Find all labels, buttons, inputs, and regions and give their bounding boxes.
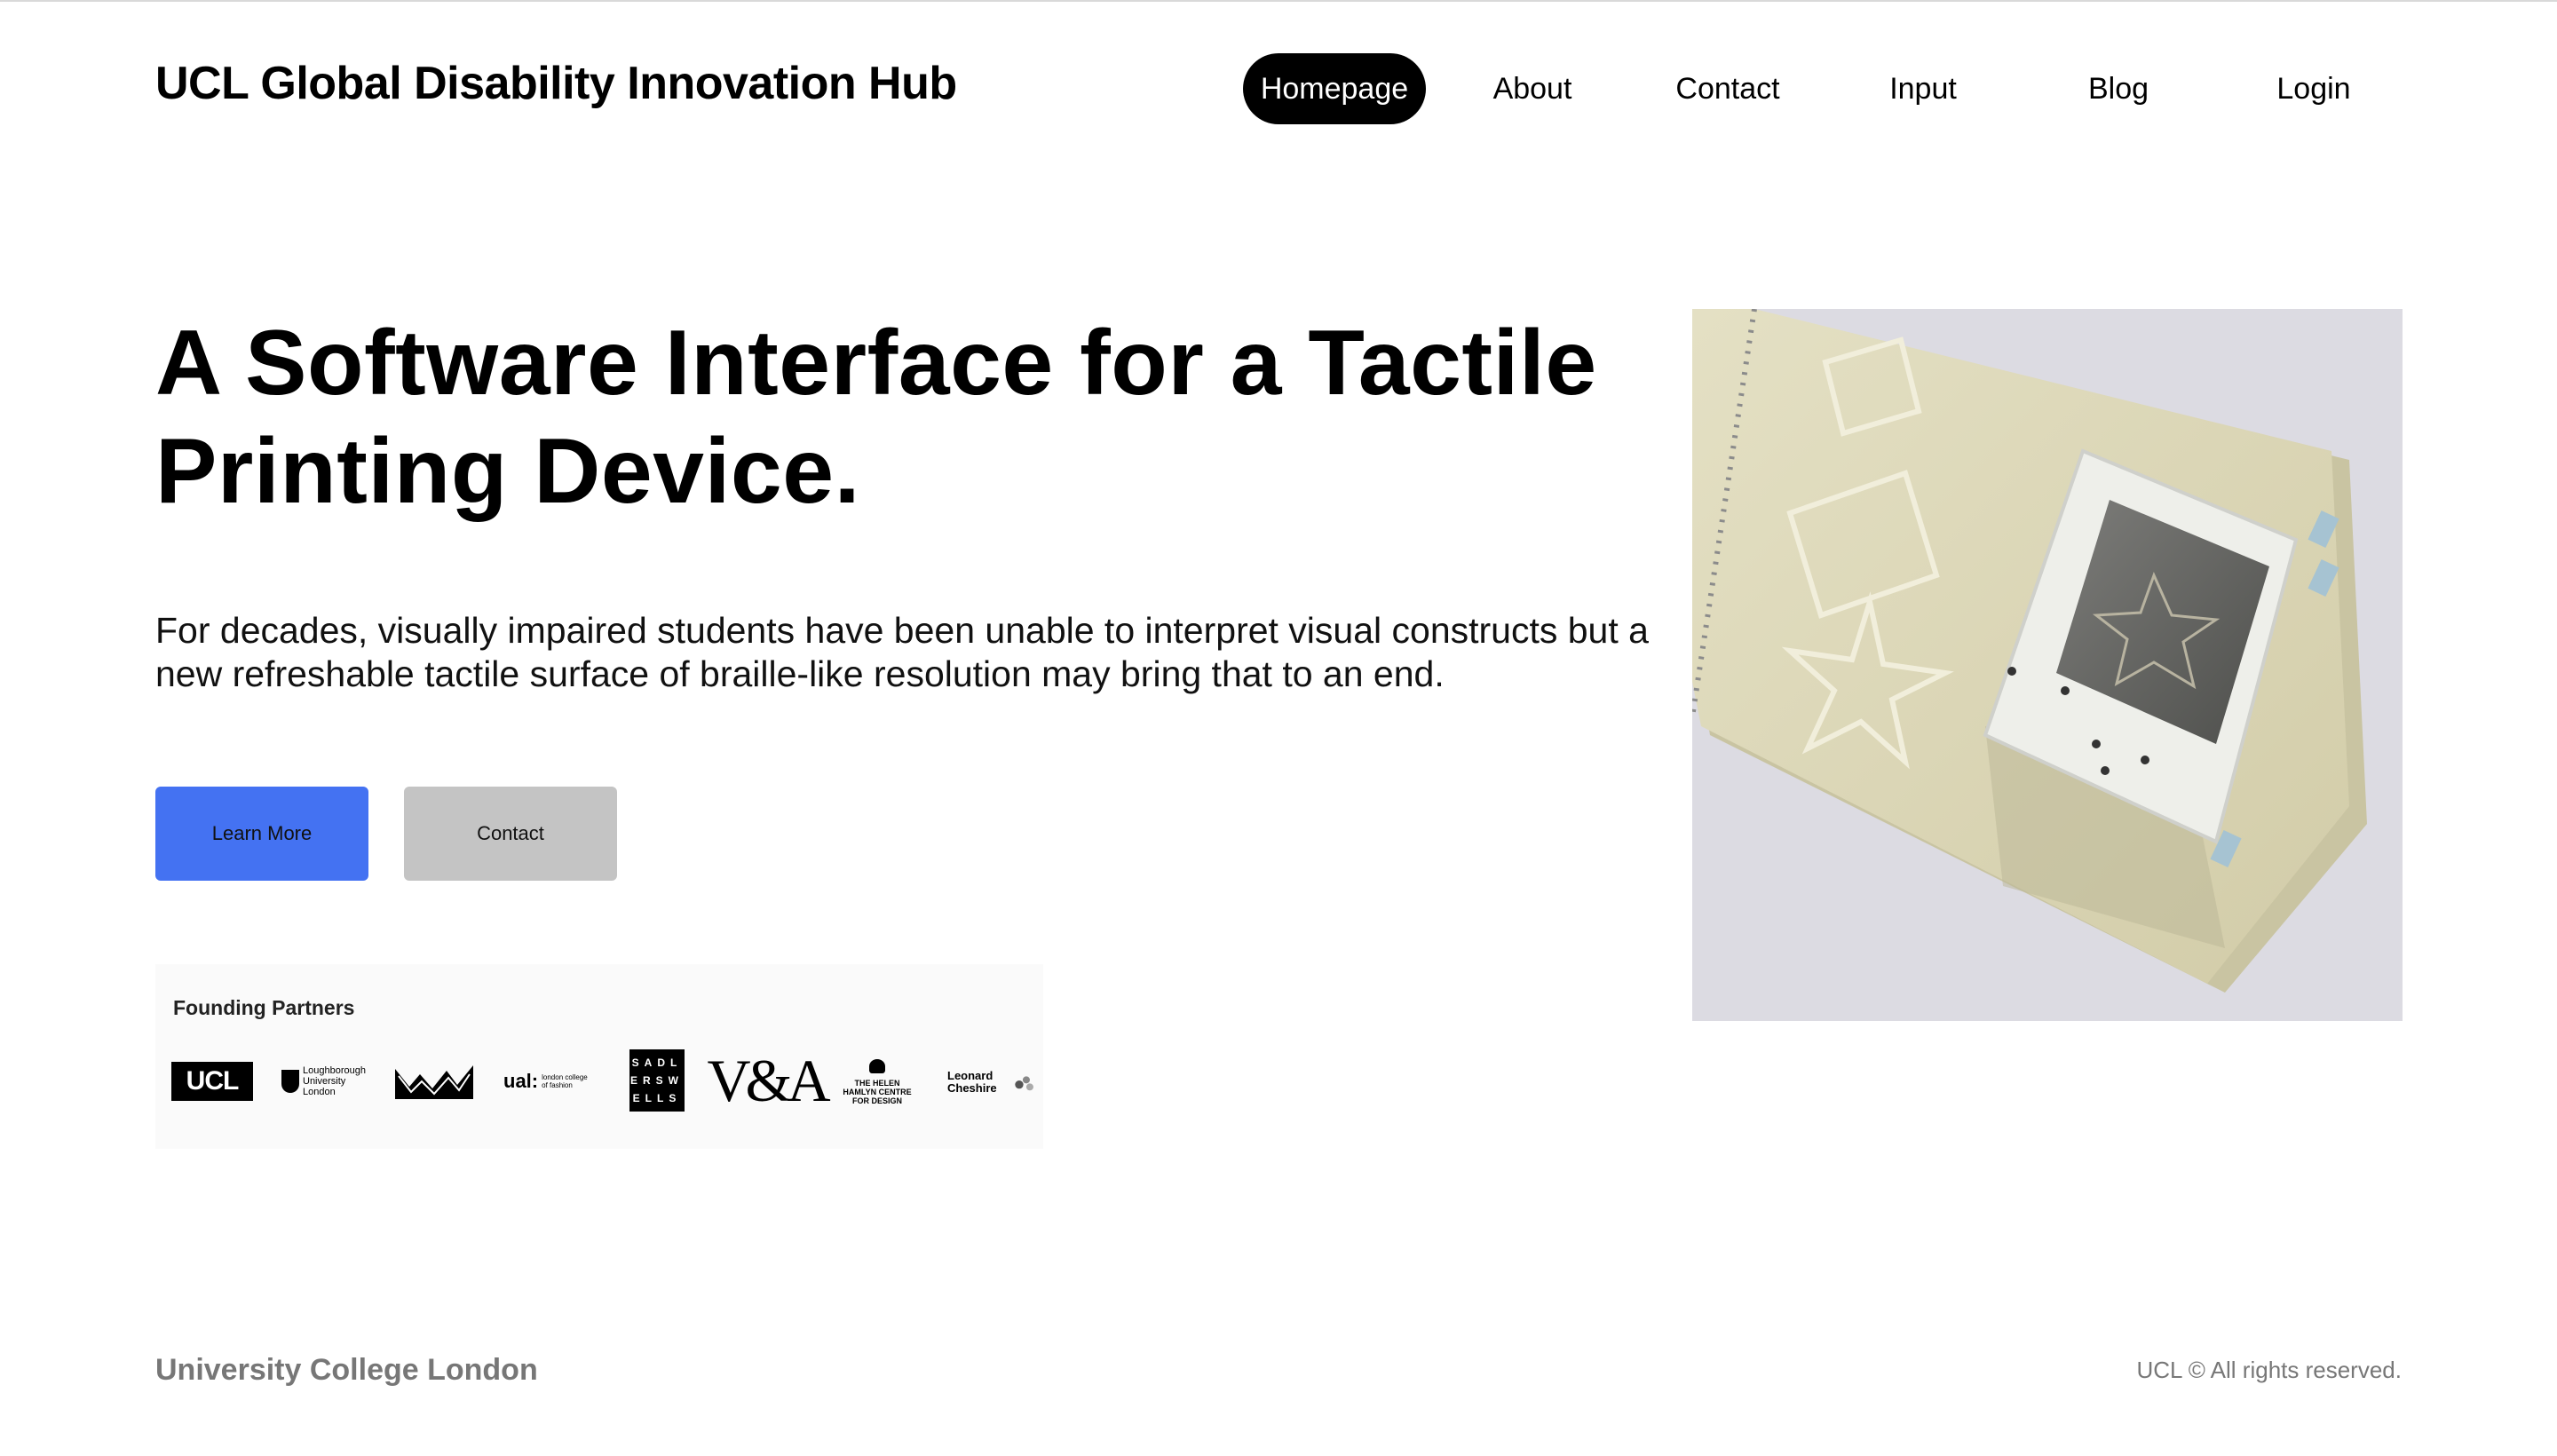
sadlers-wells-line-3: ELLS xyxy=(632,1092,682,1104)
tactile-device-photo xyxy=(1692,309,2403,1021)
nav-about[interactable]: About xyxy=(1444,53,1621,124)
nav-homepage[interactable]: Homepage xyxy=(1243,53,1426,124)
founding-partners-label: Founding Partners xyxy=(173,996,355,1019)
top-divider xyxy=(0,0,2557,2)
footer-copyright: UCL © All rights reserved. xyxy=(2136,1357,2402,1383)
ual-logo-subtext: london college of fashion xyxy=(542,1073,588,1089)
nav-input[interactable]: Input xyxy=(1834,53,2012,124)
va-logo-text: V&A xyxy=(707,1046,830,1114)
leonard-cheshire-logo-text: Leonard Cheshire xyxy=(947,1069,997,1095)
sadlers-wells-line-2: ERSW xyxy=(630,1074,684,1087)
loughborough-logo-text: Loughborough University London xyxy=(303,1065,366,1097)
nav-contact[interactable]: Contact xyxy=(1639,53,1817,124)
helen-hamlyn-logo-text: THE HELEN HAMLYN CENTRE FOR DESIGN xyxy=(843,1079,912,1105)
contact-button[interactable]: Contact xyxy=(404,787,617,881)
va-logo: V&A xyxy=(707,1047,830,1114)
hero-title: A Software Interface for a Tactile Print… xyxy=(155,312,1597,523)
helen-hamlyn-crest-icon xyxy=(869,1059,885,1073)
ual-logo-text: ual: xyxy=(503,1070,539,1092)
ucl-logo-text: UCL xyxy=(186,1066,240,1096)
leonard-cheshire-logo: Leonard Cheshire xyxy=(947,1060,1036,1104)
hero-description: For decades, visually impaired students … xyxy=(155,610,1649,694)
loughborough-logo: Loughborough University London xyxy=(281,1060,370,1103)
tactile-device-photo-icon xyxy=(1692,309,2403,1021)
ual-logo: ual: london college of fashion xyxy=(503,1062,592,1101)
nav-blog[interactable]: Blog xyxy=(2030,53,2207,124)
sadlers-wells-logo: SADL ERSW ELLS xyxy=(629,1049,685,1112)
ucl-logo: UCL xyxy=(171,1062,253,1101)
leonard-cheshire-mark-icon xyxy=(1015,1076,1034,1091)
footer-university-name: University College London xyxy=(155,1353,538,1387)
main-nav: Homepage About Contact Input Blog Login xyxy=(0,53,2557,124)
helen-hamlyn-logo: THE HELEN HAMLYN CENTRE FOR DESIGN xyxy=(841,1055,914,1110)
qeop-mark-icon xyxy=(395,1065,473,1099)
sadlers-wells-line-1: SADL xyxy=(631,1056,683,1069)
loughborough-crest-icon xyxy=(281,1070,299,1093)
learn-more-button[interactable]: Learn More xyxy=(155,787,368,881)
founding-partners-panel: Founding Partners UCL Loughborough Unive… xyxy=(155,964,1043,1149)
queen-elizabeth-olympic-park-logo xyxy=(393,1060,475,1103)
nav-login[interactable]: Login xyxy=(2225,53,2403,124)
